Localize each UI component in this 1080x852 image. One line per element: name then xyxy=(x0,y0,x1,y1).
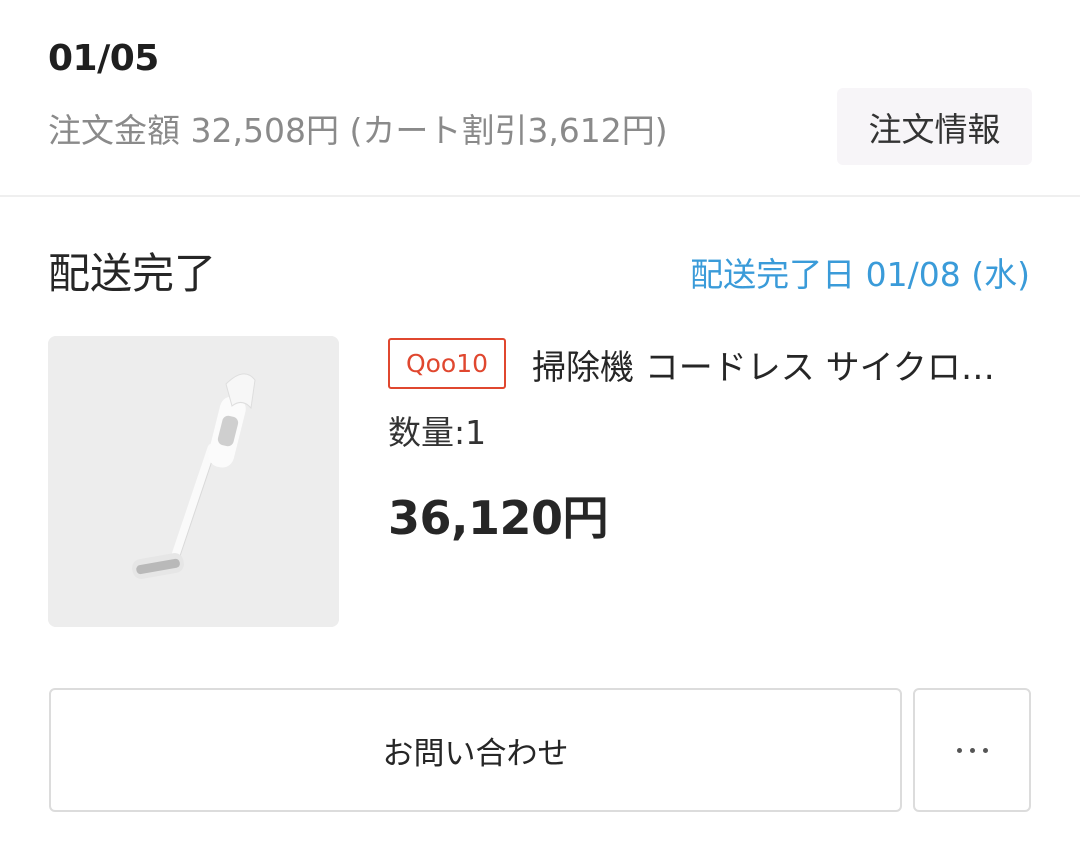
more-options-button[interactable] xyxy=(913,688,1031,812)
shipment-status: 配送完了 xyxy=(48,249,217,298)
product-thumbnail[interactable] xyxy=(48,336,339,627)
cordless-vacuum-image xyxy=(48,336,339,627)
delivery-date: 配送完了日 01/08 (水) xyxy=(690,255,1030,294)
more-dots-icon xyxy=(956,747,988,753)
order-amount: 注文金額 32,508円 (カート割引3,612円) xyxy=(48,111,668,150)
product-quantity: 数量:1 xyxy=(388,413,487,452)
order-header: 01/05 注文金額 32,508円 (カート割引3,612円) 注文情報 xyxy=(0,0,1080,197)
order-info-button[interactable]: 注文情報 xyxy=(837,88,1032,165)
shop-badge: Qoo10 xyxy=(388,338,506,389)
product-price: 36,120円 xyxy=(388,491,609,545)
product-name[interactable]: 掃除機 コードレス サイクロ… xyxy=(532,340,1032,389)
contact-button[interactable]: お問い合わせ xyxy=(49,688,902,812)
order-date: 01/05 xyxy=(48,38,159,79)
